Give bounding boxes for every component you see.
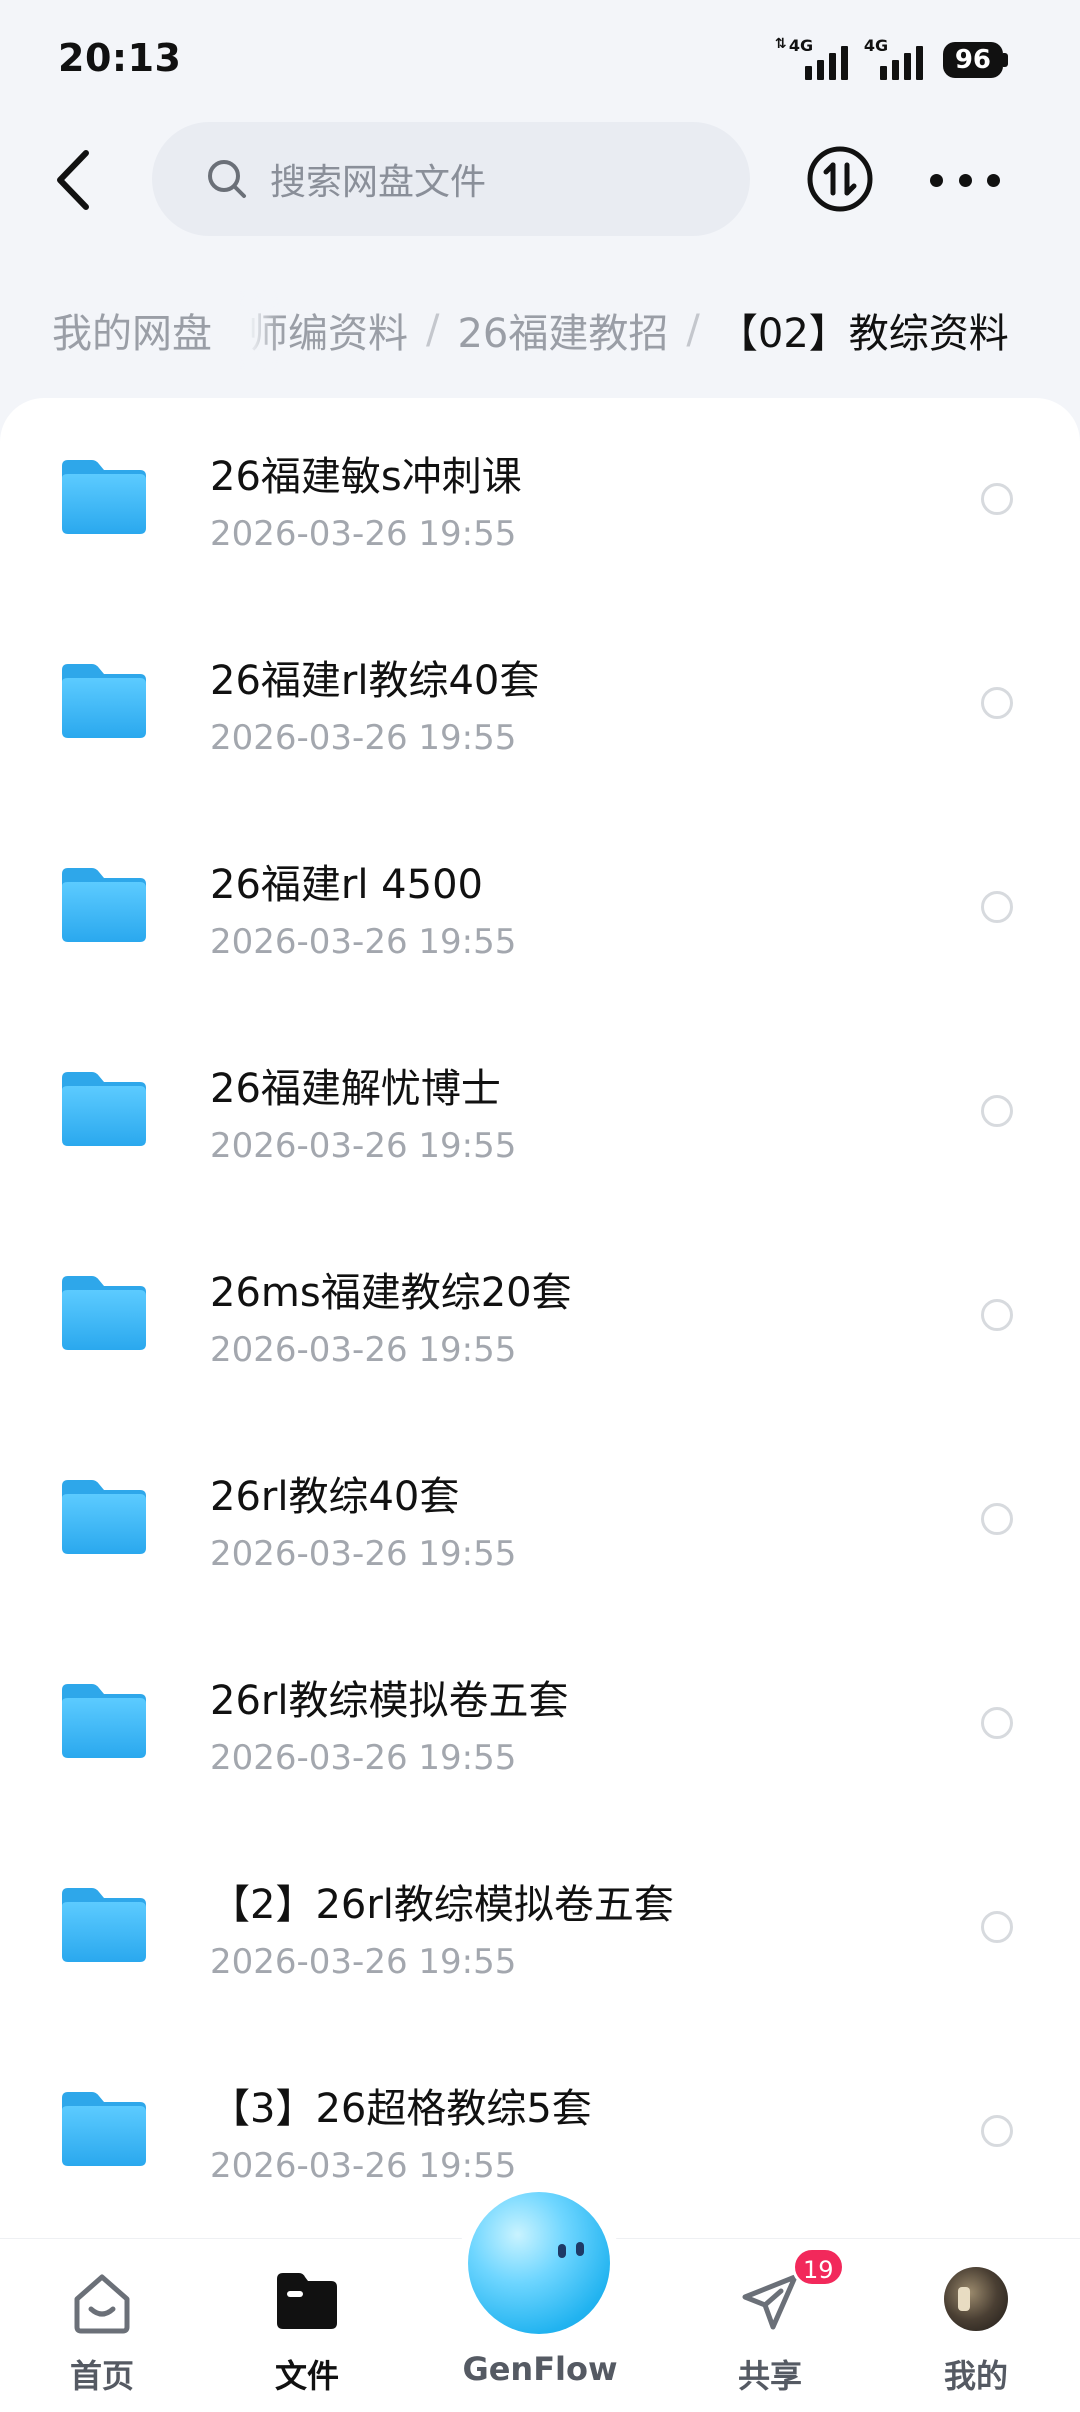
select-checkbox[interactable]: [981, 1707, 1013, 1739]
nav-mine-label: 我的: [943, 2357, 1008, 2395]
status-bar: 20:13 ⇅ 4G 4G 96: [0, 0, 1080, 120]
folder-icon: [62, 868, 146, 942]
folder-icon: [62, 664, 146, 738]
share-send-icon: [742, 2274, 798, 2330]
file-name: 26福建敏s冲刺课: [210, 454, 522, 500]
file-name: 26福建rl教综40套: [210, 658, 540, 704]
file-date: 2026-03-26 19:55: [210, 1738, 517, 1778]
breadcrumb-item[interactable]: 26福建教招: [457, 301, 668, 359]
breadcrumb: 我的网盘 师编资料 / 26福建教招 / 【02】教综资料: [0, 290, 1080, 370]
select-checkbox[interactable]: [981, 1299, 1013, 1331]
nav-files[interactable]: 文件: [237, 2239, 377, 2412]
folder-icon: [62, 1480, 146, 1554]
breadcrumb-separator: /: [426, 307, 440, 353]
more-dot-icon: [987, 173, 1000, 187]
file-name: 【2】26rl教综模拟卷五套: [210, 1882, 674, 1928]
select-checkbox[interactable]: [981, 1095, 1013, 1127]
search-icon: [208, 160, 246, 198]
file-date: 2026-03-26 19:55: [210, 1942, 517, 1982]
share-badge: 19: [792, 2247, 845, 2287]
status-icons: ⇅ 4G 4G 96: [775, 36, 1008, 82]
select-checkbox[interactable]: [981, 2115, 1013, 2147]
file-row[interactable]: 26ms福建教综20套 2026-03-26 19:55: [0, 1214, 1080, 1418]
folder-icon: [62, 1684, 146, 1758]
more-dot-icon: [930, 173, 943, 187]
nav-home[interactable]: 首页: [32, 2239, 172, 2412]
file-date: 2026-03-26 19:55: [210, 1126, 517, 1166]
folder-icon: [62, 460, 146, 534]
back-button[interactable]: [44, 140, 104, 220]
nav-home-label: 首页: [69, 2357, 134, 2395]
file-row[interactable]: 26福建rl 4500 2026-03-26 19:55: [0, 806, 1080, 1010]
battery-level: 96: [942, 42, 1003, 78]
file-date: 2026-03-26 19:55: [210, 2146, 517, 2186]
network-type-1: 4G: [788, 36, 814, 55]
file-row[interactable]: 26福建rl教综40套 2026-03-26 19:55: [0, 602, 1080, 806]
file-name: 【3】26超格教综5套: [210, 2086, 592, 2132]
network-type-2: 4G: [863, 36, 889, 55]
genflow-eye-icon: [576, 2242, 584, 2256]
select-checkbox[interactable]: [981, 1503, 1013, 1535]
folder-icon: [62, 2092, 146, 2166]
file-date: 2026-03-26 19:55: [210, 718, 517, 758]
signal-icon-2: 4G: [862, 36, 923, 80]
select-checkbox[interactable]: [981, 687, 1013, 719]
transfer-icon: [807, 146, 873, 212]
file-row[interactable]: 26rl教综模拟卷五套 2026-03-26 19:55: [0, 1622, 1080, 1826]
avatar-image: [944, 2267, 1008, 2331]
select-checkbox[interactable]: [981, 483, 1013, 515]
transfer-button[interactable]: [806, 145, 874, 213]
search-placeholder: 搜索网盘文件: [270, 162, 487, 203]
search-input[interactable]: 搜索网盘文件: [152, 122, 750, 236]
file-date: 2026-03-26 19:55: [210, 1534, 517, 1574]
more-dot-icon: [958, 173, 972, 187]
breadcrumb-current: 【02】教综资料: [717, 311, 1009, 357]
file-date: 2026-03-26 19:55: [210, 922, 517, 962]
nav-mine[interactable]: 我的: [906, 2239, 1046, 2412]
file-date: 2026-03-26 19:55: [210, 1330, 517, 1370]
more-options-button[interactable]: [930, 160, 1000, 200]
file-row[interactable]: 26福建敏s冲刺课 2026-03-26 19:55: [0, 398, 1080, 602]
file-name: 26ms福建教综20套: [210, 1270, 572, 1316]
file-row[interactable]: 【2】26rl教综模拟卷五套 2026-03-26 19:55: [0, 1826, 1080, 2030]
file-name: 26rl教综模拟卷五套: [210, 1678, 569, 1724]
folder-icon: [62, 1072, 146, 1146]
file-name: 26福建rl 4500: [210, 862, 483, 908]
folder-icon: [62, 1888, 146, 1962]
genflow-eye-icon: [558, 2244, 566, 2258]
breadcrumb-trail: 师编资料 / 26福建教招 / 【02】教综资料: [248, 290, 1009, 370]
signal-icon: ⇅ 4G: [775, 36, 848, 80]
breadcrumb-root[interactable]: 我的网盘: [24, 290, 240, 370]
avatar: [944, 2267, 1008, 2331]
file-row[interactable]: 26福建解忧博士 2026-03-26 19:55: [0, 1010, 1080, 1214]
home-icon: [74, 2274, 130, 2334]
select-checkbox[interactable]: [981, 1911, 1013, 1943]
status-time: 20:13: [58, 36, 182, 80]
breadcrumb-item[interactable]: 师编资料: [248, 301, 408, 359]
breadcrumb-separator: /: [686, 307, 700, 353]
file-list: 26福建敏s冲刺课 2026-03-26 19:55 26福建rl教综40套 2…: [0, 398, 1080, 2248]
file-name: 26福建解忧博士: [210, 1066, 501, 1112]
nav-share-label: 共享: [737, 2357, 802, 2395]
files-icon: [277, 2273, 337, 2329]
genflow-button[interactable]: [468, 2192, 610, 2334]
battery-icon: [1003, 53, 1008, 67]
nav-files-label: 文件: [274, 2357, 339, 2395]
folder-icon: [62, 1276, 146, 1350]
genflow-label: GenFlow: [462, 2350, 618, 2388]
file-date: 2026-03-26 19:55: [210, 514, 517, 554]
file-row[interactable]: 26rl教综40套 2026-03-26 19:55: [0, 1418, 1080, 1622]
file-name: 26rl教综40套: [210, 1474, 460, 1520]
select-checkbox[interactable]: [981, 891, 1013, 923]
back-arrow-icon: [57, 150, 89, 210]
